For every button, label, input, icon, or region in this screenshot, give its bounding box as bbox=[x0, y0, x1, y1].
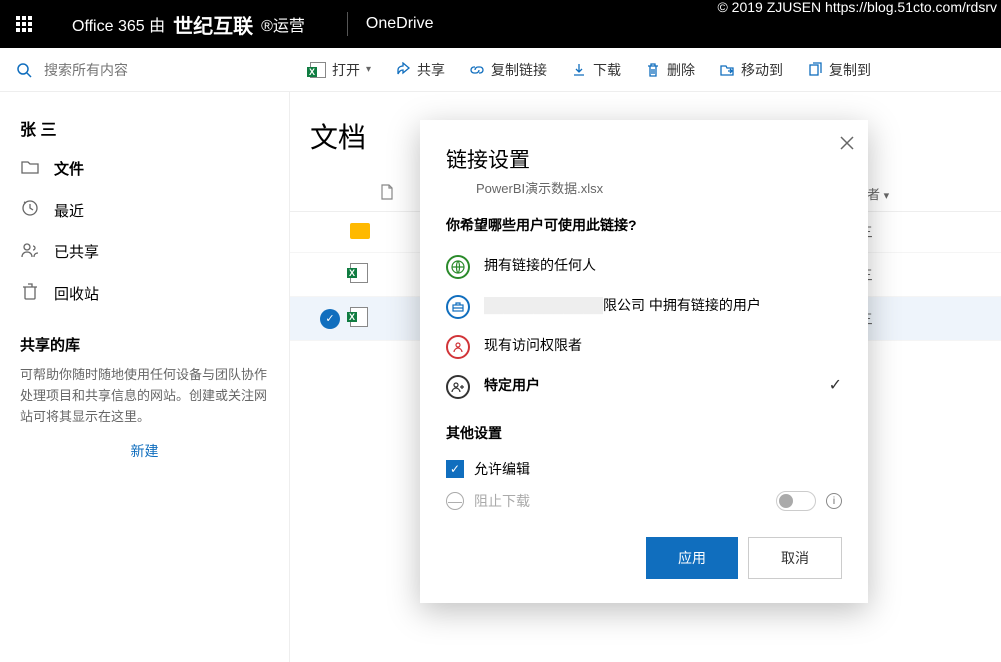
row-check[interactable]: ✓ bbox=[310, 309, 350, 329]
briefcase-icon bbox=[446, 295, 470, 319]
allow-edit-label: 允许编辑 bbox=[474, 459, 530, 479]
block-download-label: 阻止下载 bbox=[474, 491, 530, 511]
download-button[interactable]: 下载 bbox=[561, 52, 631, 88]
folder-icon bbox=[350, 223, 380, 242]
allow-edit-checkbox[interactable]: ✓ 允许编辑 bbox=[446, 453, 842, 485]
lib-desc: 可帮助你随时随地使用任何设备与团队协作处理项目和共享信息的网站。创建或关注网站可… bbox=[20, 365, 269, 427]
link-settings-dialog: 链接设置 PowerBI演示数据.xlsx 你希望哪些用户可使用此链接? 拥有链… bbox=[420, 120, 868, 603]
dialog-question: 你希望哪些用户可使用此链接? bbox=[446, 215, 842, 235]
delete-button[interactable]: 删除 bbox=[635, 52, 705, 88]
trash-icon bbox=[645, 62, 661, 78]
copylink-label: 复制链接 bbox=[491, 60, 547, 80]
moveto-icon bbox=[719, 62, 735, 78]
app-launcher-icon[interactable] bbox=[0, 0, 48, 48]
excel-app-icon bbox=[310, 62, 326, 78]
lib-title: 共享的库 bbox=[20, 334, 269, 355]
dialog-actions: 应用 取消 bbox=[446, 537, 842, 579]
moveto-label: 移动到 bbox=[741, 60, 783, 80]
people-icon bbox=[20, 242, 40, 262]
excel-file-icon bbox=[350, 307, 380, 330]
option-label: 现有访问权限者 bbox=[484, 335, 842, 356]
search-input[interactable] bbox=[44, 62, 244, 78]
option-specific[interactable]: 特定用户 ✓ bbox=[446, 367, 842, 407]
clock-icon bbox=[20, 199, 40, 221]
close-button[interactable] bbox=[840, 134, 854, 155]
share-icon bbox=[395, 62, 411, 78]
option-existing[interactable]: 现有访问权限者 bbox=[446, 327, 842, 367]
share-button[interactable]: 共享 bbox=[385, 52, 455, 88]
other-settings-title: 其他设置 bbox=[446, 423, 842, 443]
copylink-button[interactable]: 复制链接 bbox=[459, 52, 557, 88]
command-bar: 打开 ▾ 共享 复制链接 下载 删除 移动到 复制到 bbox=[0, 48, 1001, 92]
file-icon bbox=[380, 184, 394, 200]
sidebar-item-shared[interactable]: 已共享 bbox=[0, 231, 289, 272]
disabled-icon: — bbox=[446, 492, 464, 510]
dialog-subtitle: PowerBI演示数据.xlsx bbox=[446, 178, 842, 197]
sidebar-item-files[interactable]: 文件 bbox=[0, 148, 289, 189]
sidebar-item-label: 回收站 bbox=[54, 283, 99, 304]
shared-libraries: 共享的库 可帮助你随时随地使用任何设备与团队协作处理项目和共享信息的网站。创建或… bbox=[0, 314, 289, 481]
person-icon bbox=[446, 335, 470, 359]
option-anyone[interactable]: 拥有链接的任何人 bbox=[446, 247, 842, 287]
sidebar-item-label: 最近 bbox=[54, 200, 84, 221]
dialog-title: 链接设置 bbox=[446, 144, 842, 174]
new-library-button[interactable]: 新建 bbox=[20, 441, 269, 461]
brand-label: Office 365 由 世纪互联 ®运营 bbox=[48, 10, 329, 39]
option-label: ████████████限公司 中拥有链接的用户 bbox=[484, 295, 842, 316]
recycle-icon bbox=[20, 282, 40, 304]
share-label: 共享 bbox=[417, 60, 445, 80]
sidebar-item-label: 已共享 bbox=[54, 241, 99, 262]
sidebar-item-label: 文件 bbox=[54, 158, 84, 179]
person-add-icon bbox=[446, 375, 470, 399]
checkbox-checked-icon: ✓ bbox=[446, 460, 464, 478]
option-label: 拥有链接的任何人 bbox=[484, 255, 842, 276]
download-label: 下载 bbox=[593, 60, 621, 80]
link-icon bbox=[469, 62, 485, 78]
moveto-button[interactable]: 移动到 bbox=[709, 52, 793, 88]
brand-suffix: ®运营 bbox=[261, 12, 305, 36]
block-download-toggle: — 阻止下载 i bbox=[446, 485, 842, 517]
chevron-down-icon: ▾ bbox=[366, 64, 371, 75]
copyto-icon bbox=[807, 62, 823, 78]
sidebar-user: 张 三 bbox=[0, 108, 289, 148]
search-icon bbox=[16, 62, 32, 78]
open-label: 打开 bbox=[332, 60, 360, 80]
copyto-button[interactable]: 复制到 bbox=[797, 52, 881, 88]
globe-icon bbox=[446, 255, 470, 279]
sidebar: 张 三 文件 最近 已共享 回收站 共享的库 可帮助你 bbox=[0, 92, 290, 662]
brand-bold: 世纪互联 bbox=[173, 10, 253, 39]
sidebar-item-recent[interactable]: 最近 bbox=[0, 189, 289, 231]
apply-button[interactable]: 应用 bbox=[646, 537, 738, 579]
info-icon[interactable]: i bbox=[826, 493, 842, 509]
check-circle-icon: ✓ bbox=[320, 309, 340, 329]
toggle-switch bbox=[776, 491, 816, 511]
folder-icon bbox=[20, 160, 40, 178]
close-icon bbox=[840, 136, 854, 150]
watermark-text: © 2019 ZJUSEN https://blog.51cto.com/rds… bbox=[717, 0, 997, 15]
open-button[interactable]: 打开 ▾ bbox=[300, 52, 381, 88]
download-icon bbox=[571, 62, 587, 78]
app-name[interactable]: OneDrive bbox=[366, 15, 434, 33]
checkmark-icon: ✓ bbox=[829, 375, 842, 395]
delete-label: 删除 bbox=[667, 60, 695, 80]
sidebar-item-recycle[interactable]: 回收站 bbox=[0, 272, 289, 314]
cancel-button[interactable]: 取消 bbox=[748, 537, 842, 579]
excel-file-icon bbox=[350, 263, 380, 286]
search-area[interactable] bbox=[16, 62, 296, 78]
divider bbox=[347, 12, 348, 36]
copyto-label: 复制到 bbox=[829, 60, 871, 80]
option-organization[interactable]: ████████████限公司 中拥有链接的用户 bbox=[446, 287, 842, 327]
brand-prefix: Office 365 由 bbox=[72, 12, 165, 36]
option-label: 特定用户 bbox=[484, 375, 815, 396]
